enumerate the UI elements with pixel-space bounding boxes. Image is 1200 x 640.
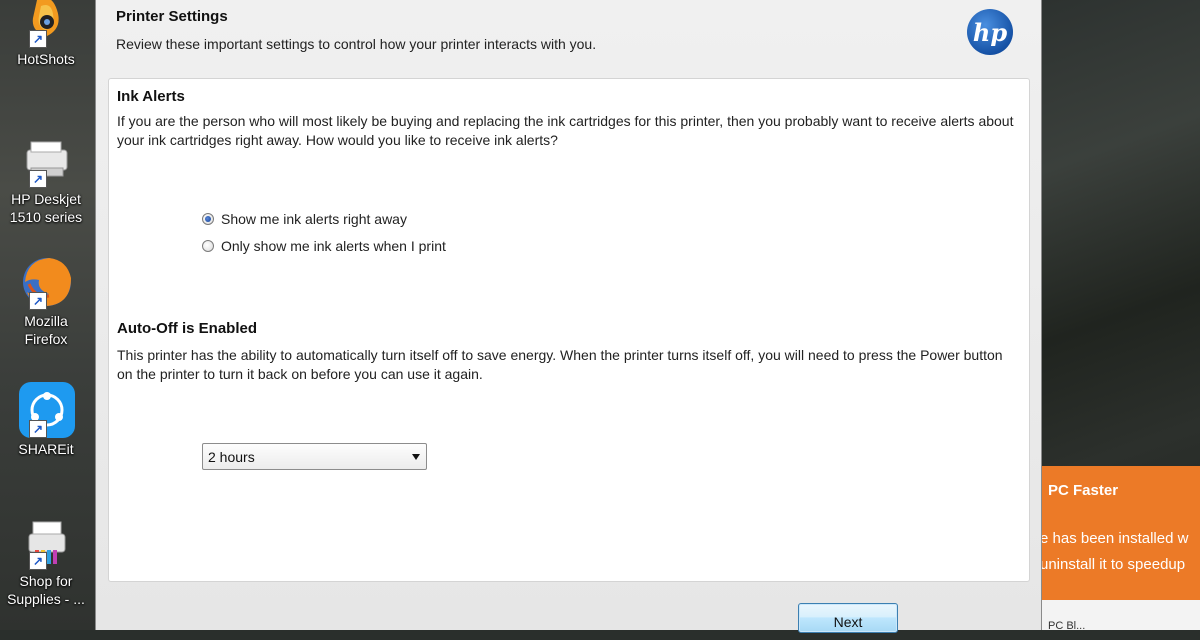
desktop-icon-label: Shop for Supplies - ... bbox=[7, 573, 85, 607]
desktop-icon-label: SHAREit bbox=[18, 441, 74, 457]
desktop-icon-hotshots[interactable]: ↗ HotShots bbox=[0, 0, 92, 68]
auto-off-description: This printer has the ability to automati… bbox=[117, 347, 1003, 382]
page-title: Printer Settings bbox=[116, 8, 228, 25]
dropdown-value: 2 hours bbox=[208, 449, 255, 465]
notification-footer: PC Bl... bbox=[1042, 600, 1200, 630]
shortcut-arrow-icon: ↗ bbox=[29, 30, 47, 48]
notification-title: PC Faster bbox=[1048, 482, 1119, 499]
radio-unselected-icon[interactable] bbox=[202, 240, 214, 252]
radio-label: Show me ink alerts right away bbox=[221, 211, 407, 227]
firefox-icon: ↗ bbox=[17, 254, 75, 312]
desktop-icon-firefox[interactable]: ↗ Mozilla Firefox bbox=[0, 254, 92, 348]
shortcut-arrow-icon: ↗ bbox=[29, 420, 47, 438]
page-subtitle: Review these important settings to contr… bbox=[116, 36, 597, 52]
desktop-icon-label: HP Deskjet 1510 series bbox=[9, 191, 83, 225]
notification-text: uninstall it to speedup bbox=[1042, 556, 1186, 573]
hp-logo-icon: hp bbox=[965, 8, 1015, 56]
desktop-icon-hp-deskjet[interactable]: ↗ HP Deskjet 1510 series bbox=[0, 132, 92, 226]
desktop-icon-shareit[interactable]: ↗ SHAREit bbox=[0, 382, 92, 458]
desktop-right-area: PC Faster e has been installed w uninsta… bbox=[1042, 0, 1200, 630]
radio-selected-icon[interactable] bbox=[202, 213, 214, 225]
auto-off-heading: Auto-Off is Enabled bbox=[117, 320, 257, 337]
shortcut-arrow-icon: ↗ bbox=[29, 170, 47, 188]
ink-alerts-description: If you are the person who will most like… bbox=[117, 113, 1014, 148]
shortcut-arrow-icon: ↗ bbox=[29, 292, 47, 310]
printer-icon: ↗ bbox=[17, 132, 75, 190]
shop-printer-icon: ↗ bbox=[17, 514, 75, 572]
notification-text: e has been installed w bbox=[1042, 530, 1189, 547]
printer-settings-dialog: Printer Settings Review these important … bbox=[95, 0, 1042, 633]
shortcut-arrow-icon: ↗ bbox=[29, 552, 47, 570]
desktop-left-area: ↗ HotShots ↗ HP Deskjet 1510 series ↗ Mo… bbox=[0, 0, 95, 630]
desktop-icon-label: Mozilla Firefox bbox=[24, 313, 68, 347]
svg-text:hp: hp bbox=[973, 18, 1007, 47]
notification-footer-text: PC Bl... bbox=[1048, 620, 1086, 630]
notification-popup[interactable]: PC Faster e has been installed w uninsta… bbox=[1042, 466, 1200, 600]
desktop-icon-shop-supplies[interactable]: ↗ Shop for Supplies - ... bbox=[0, 514, 92, 608]
shareit-icon: ↗ bbox=[17, 382, 75, 440]
desktop-icon-label: HotShots bbox=[17, 51, 75, 67]
settings-panel: Ink Alerts If you are the person who wil… bbox=[108, 78, 1030, 582]
radio-label: Only show me ink alerts when I print bbox=[221, 238, 446, 254]
ink-alerts-heading: Ink Alerts bbox=[117, 88, 185, 105]
next-button[interactable]: Next bbox=[798, 603, 898, 633]
auto-off-dropdown[interactable]: 2 hours bbox=[202, 443, 427, 470]
chevron-down-icon[interactable] bbox=[412, 454, 420, 460]
radio-show-alerts-now[interactable]: Show me ink alerts right away bbox=[202, 211, 407, 227]
radio-show-alerts-when-print[interactable]: Only show me ink alerts when I print bbox=[202, 238, 446, 254]
hotshots-icon: ↗ bbox=[17, 0, 75, 50]
